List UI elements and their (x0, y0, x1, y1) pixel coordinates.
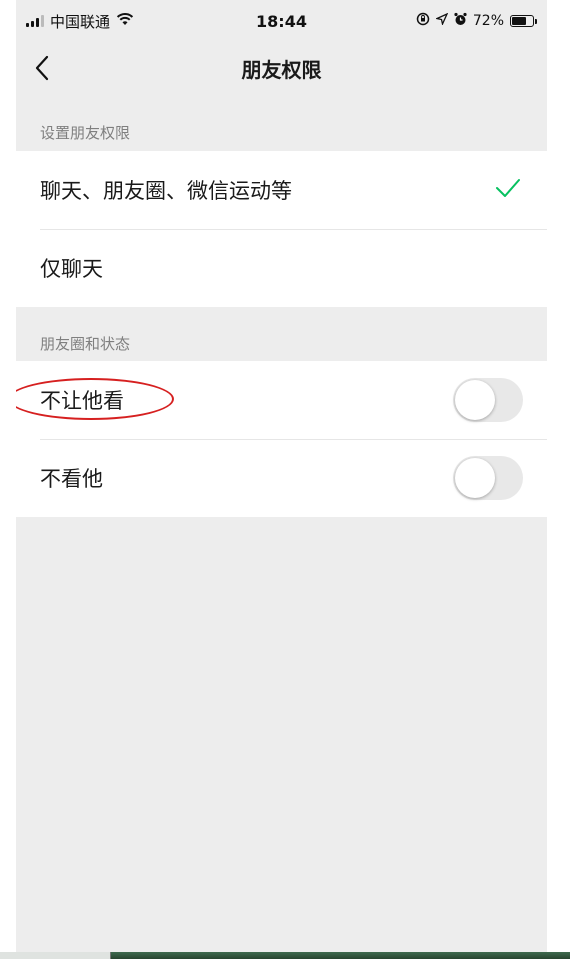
signal-icon (26, 15, 44, 27)
hide-my-posts-toggle[interactable] (453, 378, 523, 422)
permissions-group: 聊天、朋友圈、微信运动等 仅聊天 (16, 151, 547, 307)
status-bar: 中国联通 18:44 72% (16, 0, 547, 42)
battery-icon (510, 15, 537, 27)
wifi-icon (116, 12, 134, 30)
desktop-taskbar (0, 952, 570, 959)
option-chat-moments-werun[interactable]: 聊天、朋友圈、微信运动等 (16, 151, 547, 229)
battery-percent: 72% (472, 13, 504, 29)
option-label: 仅聊天 (40, 257, 103, 281)
status-left: 中国联通 (16, 11, 134, 32)
option-chat-only[interactable]: 仅聊天 (16, 229, 547, 307)
moments-section-label: 朋友圈和状态 (40, 335, 131, 353)
alarm-icon (454, 12, 467, 30)
toggle-knob (455, 380, 495, 420)
location-icon (434, 12, 449, 29)
hide-my-posts-row: 不让他看 (16, 361, 547, 439)
hide-my-posts-label: 不让他看 (40, 389, 124, 413)
nav-bar: 朋友权限 (16, 42, 547, 96)
status-right: 72% (416, 12, 547, 30)
moments-group: 不让他看 不看他 (16, 361, 547, 517)
hide-their-posts-label: 不看他 (40, 467, 103, 491)
settings-screen: 中国联通 18:44 72% 朋友权限 设置朋友权限 聊天、朋友圈、微信运动等 … (16, 0, 547, 952)
option-label: 聊天、朋友圈、微信运动等 (40, 179, 292, 203)
battery-fill (512, 17, 526, 25)
hide-their-posts-row: 不看他 (16, 439, 547, 517)
hide-their-posts-toggle[interactable] (453, 456, 523, 500)
checkmark-icon (495, 177, 521, 204)
toggle-knob (455, 458, 495, 498)
page-title: 朋友权限 (241, 58, 322, 82)
carrier-label: 中国联通 (50, 12, 111, 31)
taskbar-button[interactable] (0, 952, 111, 959)
permissions-section-label: 设置朋友权限 (40, 124, 131, 142)
orientation-lock-icon (416, 12, 430, 30)
